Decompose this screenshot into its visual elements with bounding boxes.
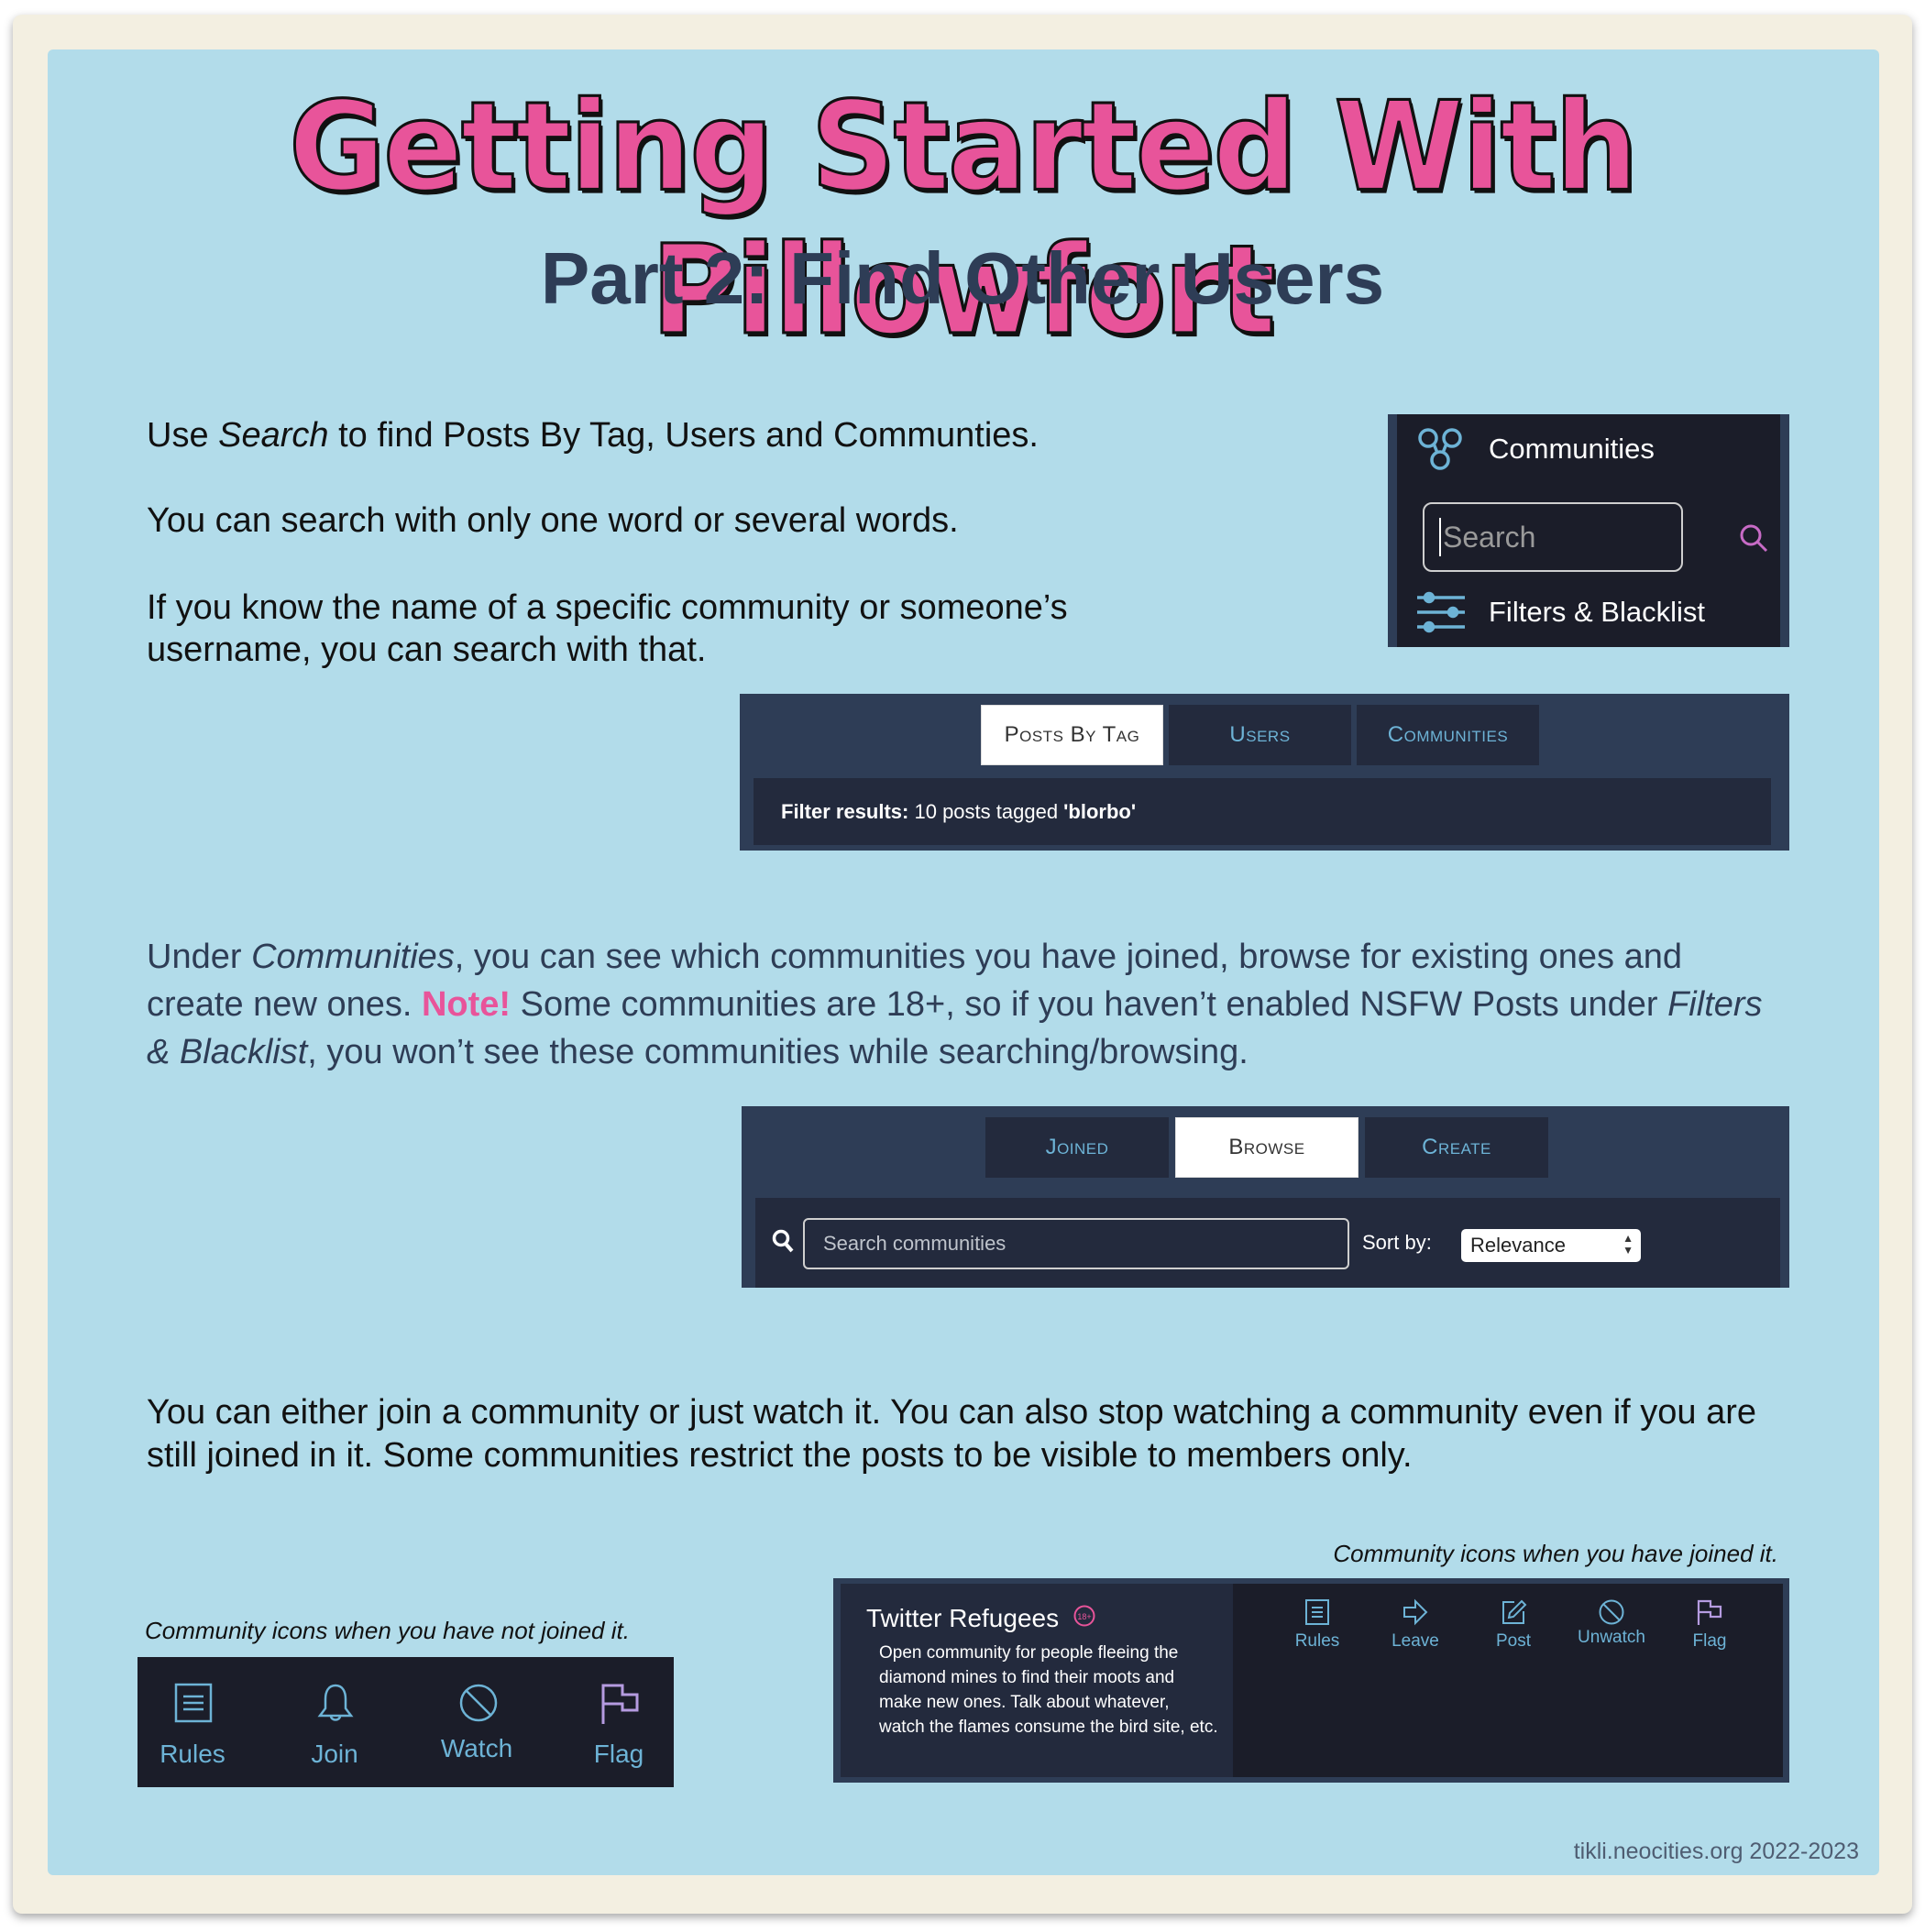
community-info: Twitter Refugees 18+ Open community for …: [841, 1584, 1233, 1777]
flag-button[interactable]: Flag: [1664, 1598, 1755, 1652]
select-arrows-icon: ▲ ▼: [1622, 1232, 1634, 1257]
button-label: Flag: [593, 1740, 644, 1768]
browse-search-bar: Search communities Sort by: Relevance ▲ ▼: [755, 1198, 1780, 1288]
tab-posts-by-tag[interactable]: Posts By Tag: [981, 705, 1163, 765]
block-icon: [1599, 1599, 1624, 1625]
tab-users[interactable]: Users: [1169, 705, 1351, 765]
join-button[interactable]: Join: [280, 1657, 390, 1787]
button-label: Leave: [1392, 1631, 1439, 1651]
tab-create[interactable]: Create: [1365, 1117, 1548, 1178]
page-subtitle: Part 2: Find Other Users: [540, 237, 1385, 319]
button-label: Flag: [1692, 1631, 1727, 1651]
section1-line3: If you know the name of a specific commu…: [147, 588, 1068, 669]
tab-label: Communities: [1387, 722, 1509, 747]
post-button[interactable]: Post: [1468, 1598, 1559, 1652]
joined-action-bar: Rules Leave Post Unwatch Flag: [1233, 1584, 1783, 1777]
text: Some communities are 18+, so if you have…: [511, 985, 1668, 1024]
emphasis: Communities: [251, 938, 455, 976]
note-label: Note!: [421, 985, 512, 1024]
communities-icon: [1418, 428, 1462, 470]
button-label: Post: [1495, 1631, 1532, 1651]
filter-results-bar: Filter results: 10 posts tagged 'blorbo': [754, 778, 1771, 845]
tab-label: Users: [1229, 722, 1291, 747]
filter-label: Filter results:: [781, 800, 909, 823]
sort-select[interactable]: Relevance ▲ ▼: [1461, 1229, 1641, 1262]
sidebar-label: Communities: [1489, 433, 1655, 465]
not-joined-caption: Community icons when you have not joined…: [145, 1617, 630, 1644]
sidebar-panel: Communities Search Filters & Blacklist: [1388, 414, 1789, 647]
tab-browse[interactable]: Browse: [1175, 1117, 1358, 1178]
text-caret: [1439, 518, 1441, 556]
community-description: Open community for people fleeing the di…: [879, 1643, 1218, 1737]
sidebar-label: Filters & Blacklist: [1489, 596, 1705, 628]
filter-results-text: Filter results: 10 posts tagged 'blorbo': [781, 800, 1136, 824]
search-icon: [772, 1229, 794, 1253]
sort-label: Sort by:: [1362, 1231, 1432, 1254]
sidebar-item-communities[interactable]: Communities: [1415, 423, 1655, 475]
button-label: Rules: [160, 1740, 226, 1768]
search-results-panel: Posts By Tag Users Communities Filter re…: [740, 694, 1789, 851]
watch-button[interactable]: Watch: [422, 1657, 532, 1787]
button-label: Unwatch: [1578, 1628, 1645, 1647]
tab-communities[interactable]: Communities: [1357, 705, 1539, 765]
rules-icon: [1305, 1599, 1329, 1625]
tab-label: Create: [1422, 1135, 1491, 1159]
section3-paragraph: You can either join a community or just …: [147, 1393, 1756, 1475]
tab-label: Browse: [1228, 1135, 1305, 1159]
button-label: Join: [311, 1740, 358, 1768]
leave-arrow-icon: [1403, 1598, 1428, 1626]
leave-button[interactable]: Leave: [1370, 1598, 1461, 1652]
credit-footer: tikli.neocities.org 2022-2023: [1573, 1839, 1859, 1864]
flag-icon: [601, 1684, 639, 1724]
tab-label: Joined: [1045, 1135, 1109, 1159]
button-label: Rules: [1294, 1631, 1340, 1651]
joined-caption: Community icons when you have joined it.: [1333, 1540, 1778, 1567]
section2-paragraph: Under Communities, you can see which com…: [147, 933, 1788, 1076]
text: Under: [147, 938, 252, 976]
text: to find Posts By Tag, Users and Communti…: [328, 416, 1039, 455]
section1-line2: You can search with only one word or sev…: [147, 501, 959, 540]
tab-joined[interactable]: Joined: [985, 1117, 1169, 1178]
joined-community-card: Twitter Refugees 18+ Open community for …: [833, 1578, 1789, 1783]
bell-icon: [317, 1684, 354, 1721]
community-name[interactable]: Twitter Refugees 18+: [866, 1604, 1097, 1633]
rules-icon: [174, 1683, 213, 1723]
button-label: Watch: [440, 1734, 513, 1762]
filter-count: 10 posts tagged: [908, 800, 1064, 823]
edit-post-icon: [1502, 1599, 1527, 1624]
communities-browse-panel: Joined Browse Create Search communities …: [742, 1106, 1789, 1288]
flag-button[interactable]: Flag: [564, 1657, 674, 1787]
rules-button[interactable]: Rules: [138, 1657, 248, 1787]
not-joined-icon-bar: Rules Join Watch Flag: [138, 1657, 674, 1787]
sliders-icon: [1417, 591, 1465, 633]
search-placeholder: Search communities: [823, 1232, 1006, 1255]
filter-tag: 'blorbo': [1063, 800, 1137, 823]
sidebar-item-filters[interactable]: Filters & Blacklist: [1415, 590, 1705, 634]
nsfw-18-badge-icon: 18+: [1073, 1605, 1095, 1627]
search-icon[interactable]: [1738, 522, 1771, 555]
section1-line1: Use Search to find Posts By Tag, Users a…: [147, 414, 1118, 456]
text: Use: [147, 416, 219, 455]
tab-label: Posts By Tag: [1004, 722, 1140, 747]
svg-text:18+: 18+: [1077, 1612, 1091, 1621]
sort-value: Relevance: [1470, 1234, 1566, 1257]
sidebar-search-input[interactable]: Search: [1423, 502, 1683, 572]
search-placeholder: Search: [1443, 520, 1536, 554]
text: , you won’t see these communities while …: [307, 1033, 1248, 1071]
block-icon: [459, 1684, 498, 1722]
community-name-text: Twitter Refugees: [866, 1604, 1060, 1632]
emphasis-search: Search: [218, 416, 329, 455]
rules-button[interactable]: Rules: [1271, 1598, 1363, 1652]
flag-icon: [1697, 1599, 1722, 1625]
search-communities-input[interactable]: Search communities: [803, 1218, 1349, 1269]
unwatch-button[interactable]: Unwatch: [1566, 1598, 1657, 1648]
